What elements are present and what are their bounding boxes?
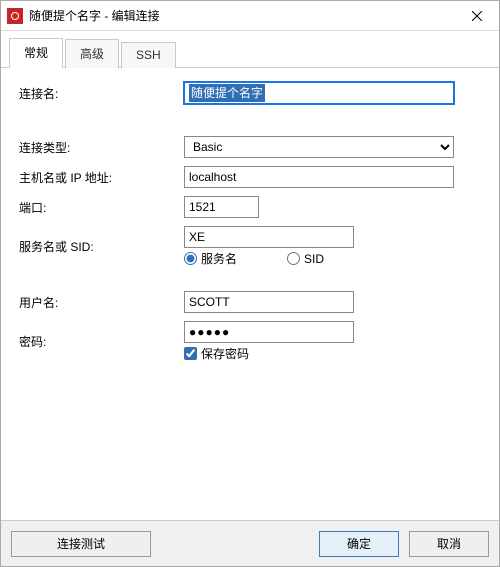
radio-service-name[interactable]: 服务名: [184, 250, 237, 267]
radio-sid[interactable]: SID: [287, 252, 324, 266]
password-input[interactable]: ●●●●●: [184, 321, 354, 343]
label-host: 主机名或 IP 地址:: [19, 169, 184, 186]
close-button[interactable]: [454, 1, 499, 31]
window-title: 随便提个名字 - 编辑连接: [29, 7, 160, 24]
label-service-or-sid: 服务名或 SID:: [19, 238, 184, 255]
tabs: 常规 高级 SSH: [1, 31, 499, 68]
tab-advanced[interactable]: 高级: [65, 39, 119, 68]
connection-type-select[interactable]: Basic: [184, 136, 454, 158]
service-sid-group: 服务名 SID: [184, 226, 459, 267]
connection-name-value: 随便提个名字: [189, 84, 265, 102]
footer: 连接测试 确定 取消: [1, 520, 499, 566]
label-connection-name: 连接名:: [19, 85, 184, 102]
password-group: ●●●●● 保存密码: [184, 321, 459, 362]
radio-service-name-input[interactable]: [184, 252, 197, 265]
radio-sid-label: SID: [304, 252, 324, 266]
label-username: 用户名:: [19, 294, 184, 311]
host-input[interactable]: [184, 166, 454, 188]
cancel-button[interactable]: 取消: [409, 531, 489, 557]
label-password: 密码:: [19, 333, 184, 350]
titlebar: 随便提个名字 - 编辑连接: [1, 1, 499, 31]
label-connection-type: 连接类型:: [19, 139, 184, 156]
tab-ssh[interactable]: SSH: [121, 42, 176, 68]
connection-name-input[interactable]: 随便提个名字: [184, 82, 454, 104]
ok-button[interactable]: 确定: [319, 531, 399, 557]
radio-service-name-label: 服务名: [201, 250, 237, 267]
save-password-label: 保存密码: [201, 345, 249, 362]
radio-sid-input[interactable]: [287, 252, 300, 265]
service-sid-input[interactable]: [184, 226, 354, 248]
password-value: ●●●●●: [189, 325, 230, 339]
label-port: 端口:: [19, 199, 184, 216]
username-input[interactable]: [184, 291, 354, 313]
close-icon: [472, 11, 482, 21]
test-connection-button[interactable]: 连接测试: [11, 531, 151, 557]
tab-general[interactable]: 常规: [9, 38, 63, 68]
dialog-window: 随便提个名字 - 编辑连接 常规 高级 SSH 连接名: 随便提个名字 连接类型…: [0, 0, 500, 567]
app-icon: [7, 8, 23, 24]
form-area: 连接名: 随便提个名字 连接类型: Basic 主机名或 IP 地址: 端口: …: [1, 68, 499, 520]
port-input[interactable]: [184, 196, 259, 218]
save-password-checkbox[interactable]: [184, 347, 197, 360]
